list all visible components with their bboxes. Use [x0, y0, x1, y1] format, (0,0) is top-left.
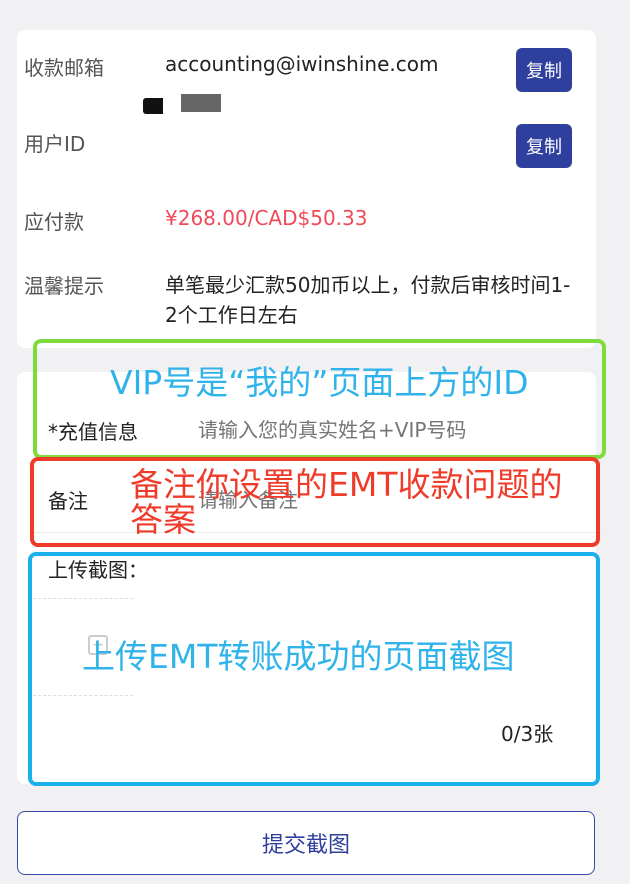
- copy-userid-button[interactable]: 复制: [516, 124, 572, 168]
- tip-value: 单笔最少汇款50加币以上，付款后审核时间1-2个工作日左右: [165, 273, 571, 327]
- amount-label: 应付款: [24, 210, 84, 234]
- email-value: accounting@iwinshine.com: [165, 52, 439, 76]
- email-label: 收款邮箱: [24, 56, 104, 80]
- copy-email-button[interactable]: 复制: [516, 48, 572, 92]
- userid-redaction-2: [181, 94, 221, 112]
- annotation-text-note: 备注你设置的EMT收款问题的答案: [130, 465, 563, 539]
- userid-redaction: [143, 98, 163, 114]
- submit-screenshot-button[interactable]: 提交截图: [17, 811, 595, 875]
- amount-value: ¥268.00/CAD$50.33: [165, 206, 368, 230]
- tip-label: 温馨提示: [24, 274, 104, 298]
- annotation-text-upload: 上传EMT转账成功的页面截图: [82, 637, 515, 676]
- annotation-text-vip: VIP号是“我的”页面上方的ID: [110, 363, 529, 402]
- userid-label: 用户ID: [24, 132, 86, 156]
